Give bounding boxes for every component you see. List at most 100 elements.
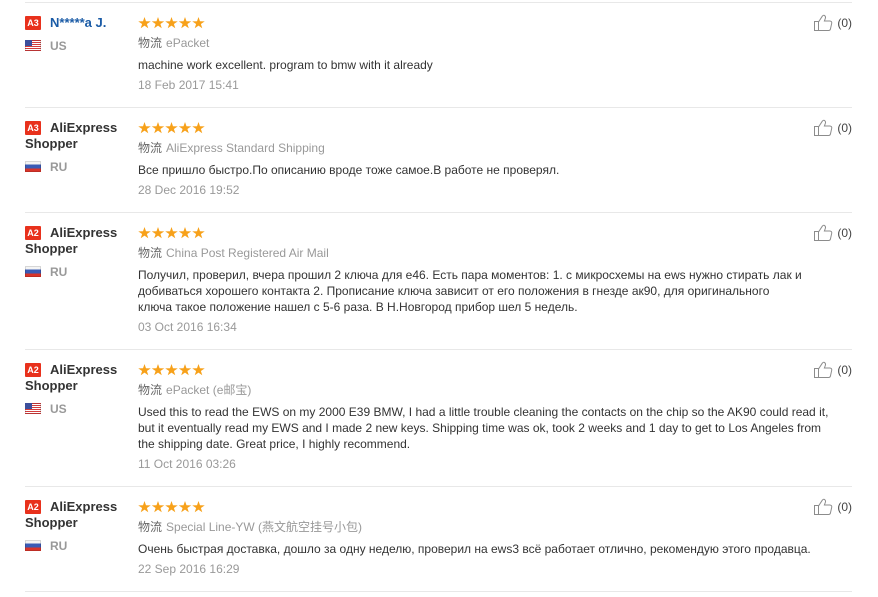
feedback-list: A3 N*****a J. US 物流 ePacket machine work e… [25, 2, 852, 592]
shipping-method: ePacket [166, 36, 210, 50]
review-body: 物流 China Post Registered Air Mail Получил… [138, 224, 852, 336]
thumbs-up-icon[interactable] [813, 361, 833, 379]
shipping-info: 物流 ePacket (e邮宝) [138, 381, 852, 399]
star-icon [165, 227, 178, 239]
reviewer-name-line: A2 AliExpress Shopper [25, 362, 135, 394]
rating-stars [138, 361, 852, 379]
review-item: A3 AliExpress Shopper RU 物流 AliExpress Sta… [25, 108, 852, 213]
shipping-method: AliExpress Standard Shipping [166, 141, 325, 155]
helpful-vote: (0) [813, 119, 852, 137]
review-text: Получил, проверил, вчера прошил 2 ключа … [138, 267, 852, 315]
helpful-count: (0) [837, 500, 852, 514]
country-code: RU [50, 539, 68, 553]
rating-stars [138, 119, 852, 137]
review-body: 物流 Special Line-YW (燕文航空挂号小包) Очень быстр… [138, 498, 852, 578]
star-icon [178, 501, 192, 513]
reviewer-country: RU [25, 264, 135, 280]
country-code: US [50, 402, 67, 416]
review-text-line: but it eventually read my EWS and I made… [138, 421, 822, 435]
reviewer-info: A3 AliExpress Shopper RU [25, 108, 135, 175]
country-code: US [50, 39, 67, 53]
review-item: A3 N*****a J. US 物流 ePacket machine work e… [25, 3, 852, 108]
review-text-line: Used this to read the EWS on my 2000 E39… [138, 405, 829, 419]
review-text-line: добиваться хорошего контакта 2. Прописан… [138, 284, 770, 298]
star-icon [192, 501, 205, 513]
reviewer-name[interactable]: N*****a J. [50, 15, 106, 30]
review-text-line: the shipping date. Great price, I highly… [138, 437, 411, 451]
star-icon [151, 364, 165, 376]
shipping-info: 物流 AliExpress Standard Shipping [138, 139, 852, 157]
star-icon [138, 227, 151, 239]
review-item: A2 AliExpress Shopper RU 物流 China Post Reg… [25, 213, 852, 350]
shipping-info: 物流 ePacket [138, 34, 852, 52]
buyer-level-badge: A3 [25, 16, 41, 30]
reviewer-country: US [25, 38, 135, 54]
star-icon [151, 227, 165, 239]
helpful-count: (0) [837, 16, 852, 30]
rating-stars [138, 224, 852, 242]
shipping-method: ePacket (e邮宝) [166, 383, 252, 397]
review-text: Used this to read the EWS on my 2000 E39… [138, 404, 852, 452]
shipping-method: China Post Registered Air Mail [166, 246, 329, 260]
logistics-label: 物流 [138, 246, 163, 260]
star-icon [192, 364, 205, 376]
logistics-label: 物流 [138, 141, 163, 155]
ru-flag-icon [25, 540, 41, 551]
reviewer-name-line: A2 AliExpress Shopper [25, 225, 135, 257]
review-text-line: Очень быстрая доставка, дошло за одну не… [138, 542, 811, 556]
buyer-level-badge: A2 [25, 226, 41, 240]
reviewer-country: RU [25, 538, 135, 554]
country-code: RU [50, 160, 68, 174]
helpful-vote: (0) [813, 224, 852, 242]
star-icon [192, 122, 205, 134]
star-icon [192, 227, 205, 239]
buyer-level-badge: A2 [25, 500, 41, 514]
review-text: Очень быстрая доставка, дошло за одну не… [138, 541, 852, 557]
review-item: A2 AliExpress Shopper US 物流 ePacket (e邮宝) … [25, 350, 852, 487]
review-item: A2 AliExpress Shopper RU 物流 Special Line-Y… [25, 487, 852, 592]
ru-flag-icon [25, 266, 41, 277]
review-date: 18 Feb 2017 15:41 [138, 78, 239, 92]
reviewer-info: A2 AliExpress Shopper US [25, 350, 135, 417]
star-icon [138, 501, 151, 513]
thumbs-up-icon[interactable] [813, 14, 833, 32]
review-body: 物流 AliExpress Standard Shipping Все пришл… [138, 119, 852, 199]
review-text: Все пришло быстро.По описанию вроде тоже… [138, 162, 852, 178]
reviewer-info: A2 AliExpress Shopper RU [25, 487, 135, 554]
buyer-level-badge: A3 [25, 121, 41, 135]
star-icon [165, 17, 178, 29]
helpful-vote: (0) [813, 14, 852, 32]
star-icon [151, 17, 165, 29]
star-icon [178, 227, 192, 239]
star-icon [138, 122, 151, 134]
review-date: 03 Oct 2016 16:34 [138, 320, 237, 334]
logistics-label: 物流 [138, 383, 163, 397]
review-date: 11 Oct 2016 03:26 [138, 457, 236, 471]
reviewer-name-line: A3 AliExpress Shopper [25, 120, 135, 152]
reviewer-name-line: A3 N*****a J. [25, 15, 135, 31]
thumbs-up-icon[interactable] [813, 224, 833, 242]
star-icon [178, 17, 192, 29]
us-flag-icon [25, 403, 41, 414]
shipping-info: 物流 Special Line-YW (燕文航空挂号小包) [138, 518, 852, 536]
star-icon [178, 122, 192, 134]
buyer-level-badge: A2 [25, 363, 41, 377]
rating-stars [138, 14, 852, 32]
thumbs-up-icon[interactable] [813, 498, 833, 516]
helpful-count: (0) [837, 363, 852, 377]
helpful-count: (0) [837, 226, 852, 240]
review-text-line: machine work excellent. program to bmw w… [138, 58, 433, 72]
reviewer-info: A2 AliExpress Shopper RU [25, 213, 135, 280]
review-body: 物流 ePacket (e邮宝) Used this to read the EW… [138, 361, 852, 473]
star-icon [138, 17, 151, 29]
logistics-label: 物流 [138, 520, 163, 534]
star-icon [165, 501, 178, 513]
thumbs-up-icon[interactable] [813, 119, 833, 137]
star-icon [165, 364, 178, 376]
shipping-method: Special Line-YW (燕文航空挂号小包) [166, 520, 363, 534]
review-date: 22 Sep 2016 16:29 [138, 562, 240, 576]
helpful-count: (0) [837, 121, 852, 135]
review-text: machine work excellent. program to bmw w… [138, 57, 852, 73]
review-body: 物流 ePacket machine work excellent. progra… [138, 14, 852, 94]
reviewer-country: RU [25, 159, 135, 175]
